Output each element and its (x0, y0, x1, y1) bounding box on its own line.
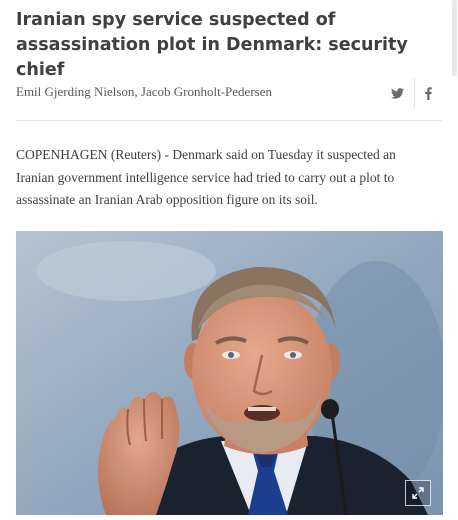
photo-illustration (16, 231, 443, 515)
twitter-share-button[interactable] (380, 78, 415, 108)
scrollbar[interactable] (452, 0, 457, 76)
facebook-icon (424, 86, 432, 100)
article-paragraph: COPENHAGEN (Reuters) - Denmark said on T… (16, 147, 396, 207)
article-photo[interactable] (16, 231, 443, 515)
byline-divider (16, 120, 442, 121)
twitter-icon (390, 87, 404, 99)
expand-icon (412, 487, 424, 499)
article-byline[interactable]: Emil Gjerding Nielson, Jacob Gronholt-Pe… (16, 84, 272, 100)
article-headline: Iranian spy service suspected of assassi… (16, 10, 408, 80)
facebook-share-button[interactable] (414, 78, 442, 108)
expand-photo-button[interactable] (405, 480, 431, 506)
